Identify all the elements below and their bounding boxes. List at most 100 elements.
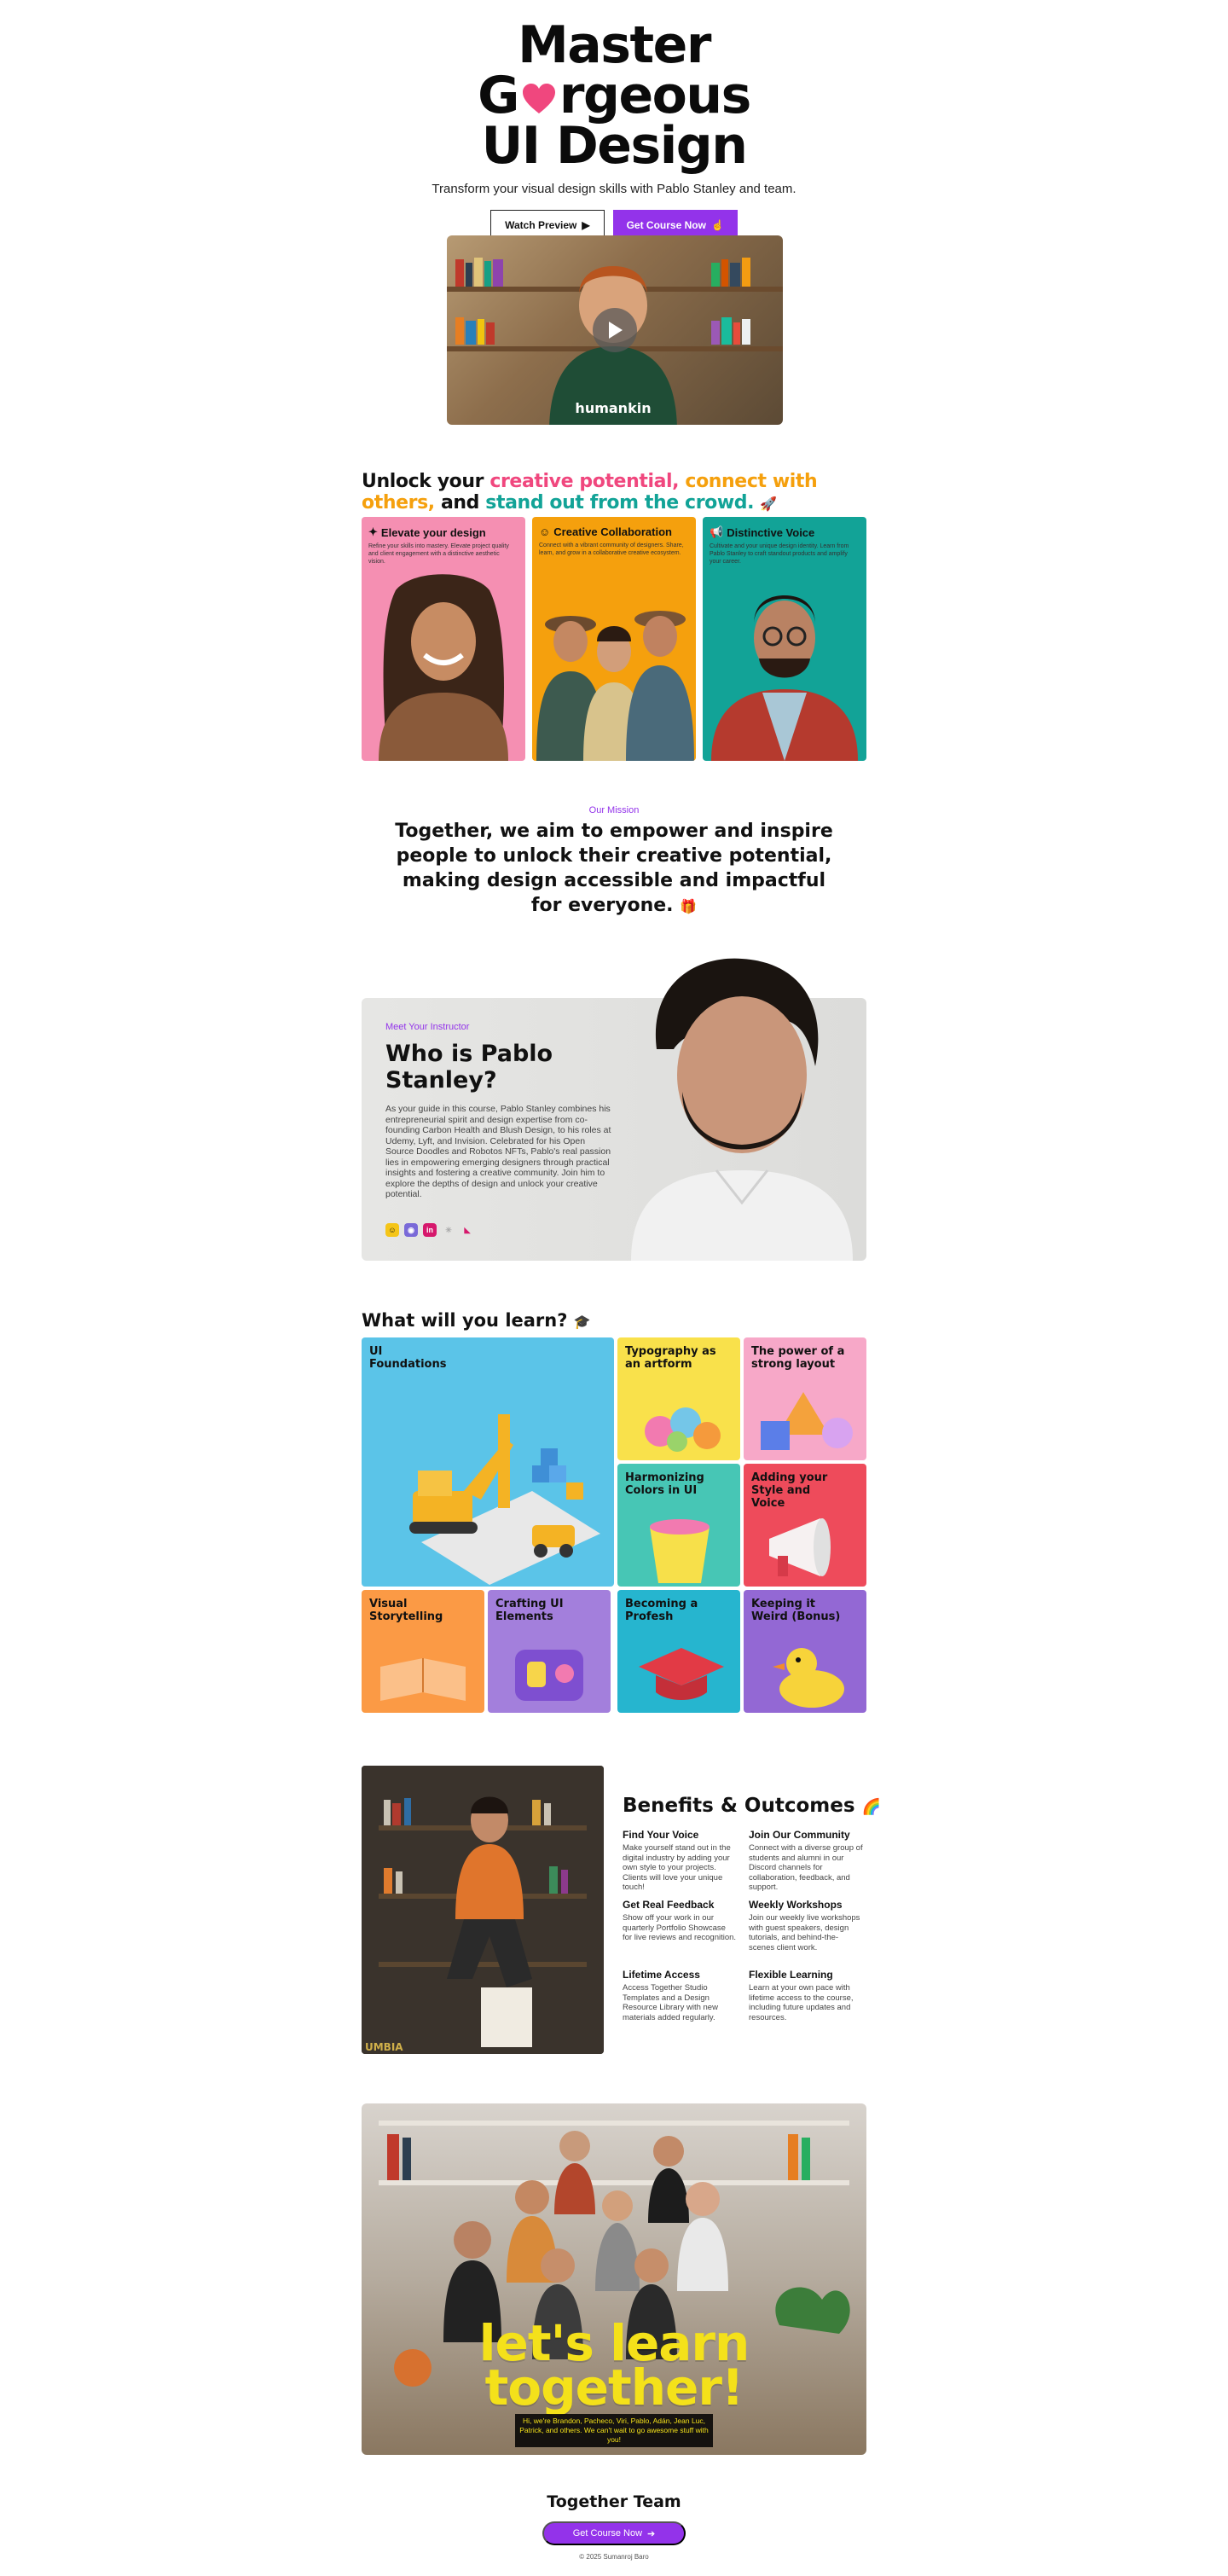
tile-profesh[interactable]: Becoming a Profesh (617, 1590, 740, 1713)
tile-colors[interactable]: Harmonizing Colors in UI (617, 1464, 740, 1587)
benefit-title: Join Our Community (749, 1829, 850, 1841)
card-text: Refine your skills into mastery. Elevate… (368, 543, 509, 565)
play-icon: ▶ (582, 219, 590, 231)
tile-label: Keeping it Weird (Bonus) (751, 1598, 841, 1623)
mission-label: Our Mission (588, 805, 640, 815)
tile-ui-foundations[interactable]: UI Foundations (362, 1337, 614, 1587)
benefit-text: Connect with a diverse group of students… (749, 1843, 863, 1892)
tile-label: Harmonizing Colors in UI (625, 1471, 704, 1497)
card-title: ☺ Creative Collaboration (539, 525, 689, 538)
get-course-label: Get Course Now (626, 219, 706, 231)
paint-bucket-illustration (650, 1519, 710, 1583)
man-glasses-photo (711, 595, 858, 761)
benefit-flexible: Flexible Learning Learn at your own pace … (749, 1969, 863, 2022)
rubber-duck-illustration (773, 1648, 844, 1708)
card-title: 📢 Distinctive Voice (710, 525, 860, 539)
excavator-illustration (409, 1414, 600, 1585)
tile-storytelling[interactable]: Visual Storytelling (362, 1590, 484, 1713)
tile-ui-elements[interactable]: Crafting UI Elements (488, 1590, 611, 1713)
footer-get-course-button[interactable]: Get Course Now ➔ (542, 2521, 686, 2545)
benefit-title: Get Real Feedback (623, 1899, 715, 1911)
benefit-text: Join our weekly live workshops with gues… (749, 1913, 860, 1952)
unlock-text-2: creative potential, (489, 471, 680, 492)
benefits-photo: UMBIA (362, 1766, 604, 2054)
tile-layout[interactable]: The power of a strong layout (744, 1337, 866, 1460)
instructor-label: Meet Your Instructor (385, 1022, 470, 1032)
rocket-icon: 🚀 (760, 496, 777, 512)
card-text: Cultivate and your unique design identit… (710, 543, 849, 565)
footer-title: Together Team (547, 2492, 681, 2511)
benefit-workshops: Weekly Workshops Join our weekly live wor… (749, 1899, 863, 1952)
learn-title-text: What will you learn? (362, 1310, 568, 1331)
title-line-2: Grgeous (0, 70, 1228, 121)
rainbow-icon: 🌈 (861, 1798, 881, 1816)
footer-cta-label: Get Course Now (572, 2528, 643, 2538)
hero-subtitle: Transform your visual design skills with… (432, 182, 796, 196)
group-photo (536, 611, 694, 761)
instructor-bio: As your guide in this course, Pablo Stan… (385, 1104, 611, 1199)
benefit-text: Show off your work in our quarterly Port… (623, 1913, 737, 1942)
feature-card-voice: 📢 Distinctive Voice Cultivate and your un… (703, 517, 866, 761)
preview-video[interactable]: humankin (447, 235, 783, 425)
card-title-text: Creative Collaboration (553, 525, 672, 538)
tile-label: The power of a strong layout (751, 1345, 845, 1371)
tile-typography[interactable]: Typography as an artform (617, 1337, 740, 1460)
mission-text: Together, we aim to empower and inspire … (395, 821, 833, 916)
lemon-squeezy-icon[interactable]: ◣ (460, 1223, 474, 1237)
unlock-text-5: stand out from the crowd. (485, 492, 755, 513)
benefit-title: Weekly Workshops (749, 1899, 843, 1911)
robot-icon[interactable]: ◉ (404, 1223, 418, 1237)
smiley-icon[interactable]: ☺ (385, 1223, 399, 1237)
instructor-photo (597, 947, 866, 1261)
tile-label: Becoming a Profesh (625, 1598, 698, 1623)
svg-text:UMBIA: UMBIA (365, 2041, 403, 2053)
svg-text:humankin: humankin (575, 400, 651, 416)
arrow-icon: ➔ (647, 2528, 656, 2539)
unlock-text-4: and (434, 492, 486, 513)
people-icon: ☺ (539, 525, 551, 538)
tile-weird-bonus[interactable]: Keeping it Weird (Bonus) (744, 1590, 866, 1713)
play-icon (609, 322, 623, 339)
heart-icon (520, 76, 558, 114)
gift-icon: 🎁 (680, 898, 698, 914)
unlock-text-1: Unlock your (362, 471, 490, 492)
benefit-text: Make yourself stand out in the digital i… (623, 1843, 731, 1892)
instructor-title: Who is Pablo Stanley? (385, 1041, 553, 1094)
book-illustration (380, 1658, 466, 1701)
tile-label: UI Foundations (369, 1345, 447, 1371)
benefit-find-voice: Find Your Voice Make yourself stand out i… (623, 1829, 737, 1893)
instructor-socials: ☺ ◉ in ✳ ◣ (385, 1223, 474, 1237)
megaphone-illustration (769, 1518, 831, 1576)
card-title-text: Elevate your design (380, 525, 486, 539)
page: Master Grgeous UI Design Transform your … (0, 0, 1228, 2576)
team-headline-2: together! (484, 2358, 744, 2416)
sparkle-icon[interactable]: ✳ (442, 1223, 455, 1237)
hero: Master Grgeous UI Design Transform your … (0, 20, 1228, 241)
benefits-title-text: Benefits & Outcomes (623, 1795, 855, 1817)
team-photo: let's learn together! Hi, we're Brandon,… (362, 2103, 866, 2455)
watch-preview-label: Watch Preview (505, 219, 577, 231)
grad-cap-illustration (639, 1648, 724, 1700)
tile-label: Crafting UI Elements (495, 1598, 564, 1623)
play-button[interactable] (593, 308, 637, 352)
benefit-community: Join Our Community Connect with a diverse… (749, 1829, 863, 1893)
card-text: Connect with a vibrant community of desi… (539, 542, 684, 556)
card-title-text: Distinctive Voice (727, 525, 815, 539)
mission-statement: Together, we aim to empower and inspire … (392, 819, 836, 919)
benefit-text: Learn at your own pace with lifetime acc… (749, 1983, 854, 2022)
benefit-lifetime: Lifetime Access Access Together Studio Te… (623, 1969, 737, 2022)
benefit-title: Lifetime Access (623, 1969, 700, 1981)
ui-elements-illustration (515, 1650, 583, 1701)
pointer-hand-icon: ☝ (710, 219, 724, 231)
linkedin-icon[interactable]: in (423, 1223, 437, 1237)
hero-title: Master Grgeous UI Design (0, 20, 1228, 171)
tile-style-voice[interactable]: Adding your Style and Voice (744, 1464, 866, 1587)
feature-card-elevate: ✦ Elevate your design Refine your skills … (362, 517, 525, 761)
card-title: ✦ Elevate your design (368, 525, 518, 539)
team-caption: Hi, we're Brandon, Pacheco, Viri, Pablo,… (515, 2414, 713, 2447)
benefit-text: Access Together Studio Templates and a D… (623, 1983, 718, 2022)
tile-label: Visual Storytelling (369, 1598, 443, 1623)
feature-cards: ✦ Elevate your design Refine your skills … (362, 517, 866, 761)
feature-card-collaboration: ☺ Creative Collaboration Connect with a v… (532, 517, 696, 761)
title-line-1: Master (518, 15, 711, 75)
